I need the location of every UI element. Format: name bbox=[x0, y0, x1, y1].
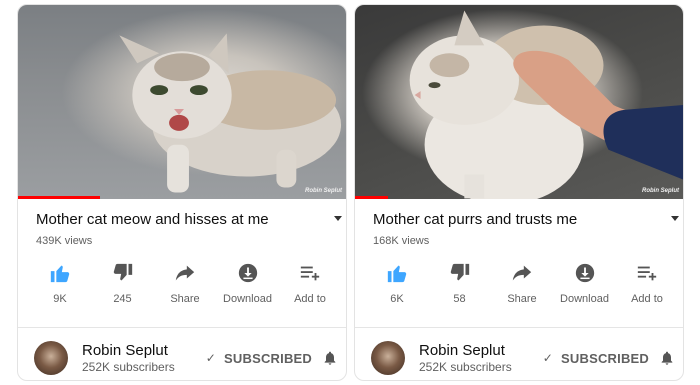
video-title: Mother cat purrs and trusts me bbox=[373, 211, 578, 228]
channel-name[interactable]: Robin Seplut bbox=[82, 342, 175, 359]
like-count: 9K bbox=[53, 293, 67, 305]
add-to-button[interactable]: Add to bbox=[621, 261, 673, 305]
share-arrow-icon bbox=[510, 261, 534, 285]
dislike-count: 245 bbox=[113, 293, 132, 305]
cat-petted-image bbox=[409, 10, 683, 199]
chevron-down-icon[interactable] bbox=[334, 216, 342, 221]
download-button[interactable]: Download bbox=[559, 261, 611, 305]
action-bar: 6K 58 Share Download Add to bbox=[355, 247, 683, 305]
download-label: Download bbox=[560, 293, 609, 305]
view-count: 439K views bbox=[36, 235, 93, 247]
download-icon bbox=[236, 261, 260, 285]
avatar[interactable] bbox=[371, 341, 405, 375]
avatar[interactable] bbox=[34, 341, 68, 375]
video-card-left: Robin Seplut Mother cat meow and hisses … bbox=[17, 4, 347, 381]
share-arrow-icon bbox=[173, 261, 197, 285]
subscribed-label: SUBSCRIBED bbox=[224, 350, 312, 366]
share-button[interactable]: Share bbox=[496, 261, 548, 305]
checkmark-icon: ✓ bbox=[205, 351, 217, 365]
share-label: Share bbox=[507, 293, 537, 305]
channel-row: Robin Seplut 252K subscribers ✓ SUBSCRIB… bbox=[371, 338, 675, 378]
divider bbox=[355, 327, 683, 328]
subscriber-count: 252K subscribers bbox=[419, 360, 512, 374]
video-player[interactable]: Robin Seplut bbox=[355, 5, 683, 199]
subscribed-label: SUBSCRIBED bbox=[561, 350, 649, 366]
download-icon bbox=[573, 261, 597, 285]
chevron-down-icon[interactable] bbox=[671, 216, 679, 221]
add-to-button[interactable]: Add to bbox=[284, 261, 336, 305]
divider bbox=[18, 327, 346, 328]
video-player[interactable]: Robin Seplut bbox=[18, 5, 346, 199]
add-to-label: Add to bbox=[294, 293, 326, 305]
download-button[interactable]: Download bbox=[222, 261, 274, 305]
like-button[interactable]: 6K bbox=[371, 261, 423, 305]
view-count: 168K views bbox=[373, 235, 430, 247]
playlist-add-icon bbox=[298, 261, 322, 285]
subscribed-button[interactable]: ✓ SUBSCRIBED bbox=[206, 349, 338, 367]
cat-hissing-image bbox=[119, 33, 342, 193]
add-to-label: Add to bbox=[631, 293, 663, 305]
watermark: Robin Seplut bbox=[642, 188, 679, 194]
subscribed-button[interactable]: ✓ SUBSCRIBED bbox=[543, 349, 675, 367]
bell-icon[interactable] bbox=[322, 349, 338, 367]
video-title: Mother cat meow and hisses at me bbox=[36, 211, 269, 228]
dislike-button[interactable]: 58 bbox=[434, 261, 486, 305]
thumbs-up-icon bbox=[48, 261, 72, 285]
dislike-count: 58 bbox=[453, 293, 466, 305]
channel-row: Robin Seplut 252K subscribers ✓ SUBSCRIB… bbox=[34, 338, 338, 378]
download-label: Download bbox=[223, 293, 272, 305]
bell-icon[interactable] bbox=[659, 349, 675, 367]
action-bar: 9K 245 Share Download Add to bbox=[18, 247, 346, 305]
like-button[interactable]: 9K bbox=[34, 261, 86, 305]
playlist-add-icon bbox=[635, 261, 659, 285]
checkmark-icon: ✓ bbox=[542, 351, 554, 365]
watermark: Robin Seplut bbox=[305, 188, 342, 194]
channel-name[interactable]: Robin Seplut bbox=[419, 342, 512, 359]
dislike-button[interactable]: 245 bbox=[97, 261, 149, 305]
thumbs-up-icon bbox=[385, 261, 409, 285]
thumbs-down-icon bbox=[111, 261, 135, 285]
share-button[interactable]: Share bbox=[159, 261, 211, 305]
share-label: Share bbox=[170, 293, 200, 305]
like-count: 6K bbox=[390, 293, 404, 305]
video-card-right: Robin Seplut Mother cat purrs and trusts… bbox=[354, 4, 684, 381]
subscriber-count: 252K subscribers bbox=[82, 360, 175, 374]
thumbs-down-icon bbox=[448, 261, 472, 285]
